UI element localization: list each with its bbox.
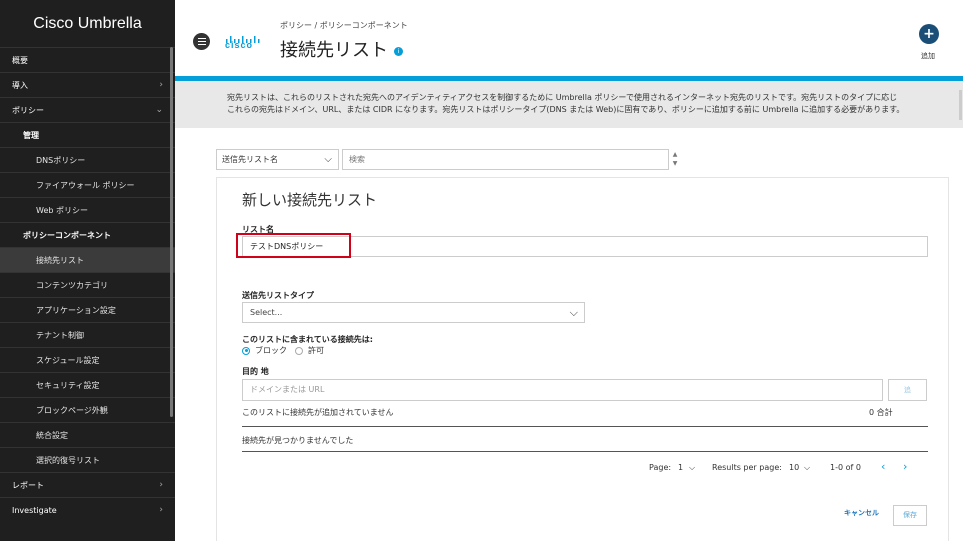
sidebar-nav: 概要導入 › ポリシー ⌄ 管理 DNSポリシーファイアウォール ポリシー Web ポリシー… (0, 47, 175, 522)
results-per-page-label: Results per page: (712, 463, 782, 472)
sidebar-item[interactable]: Web ポリシー (0, 197, 175, 222)
sidebar-item-label: Investigate (12, 505, 57, 515)
sidebar-item-label: 管理 (23, 130, 39, 140)
sidebar-item[interactable]: ポリシー ⌄ (0, 97, 175, 122)
page-select[interactable]: 1 (678, 463, 683, 472)
sidebar-item-label: コンテンツカテゴリ (36, 280, 108, 290)
sidebar-item[interactable]: アプリケーション設定 (0, 297, 175, 322)
sidebar-item-label: スケジュール設定 (36, 355, 100, 365)
sidebar-item[interactable]: 導入 › (0, 72, 175, 97)
sidebar-item[interactable]: DNSポリシー (0, 147, 175, 172)
add-button[interactable]: + (919, 24, 939, 44)
results-per-page-select[interactable]: 10 (789, 463, 799, 472)
sidebar-item[interactable]: Investigate › (0, 497, 175, 522)
not-found-message: 接続先が見つかりませんでした (242, 436, 354, 445)
destination-total: 0 合計 (869, 408, 893, 417)
list-type-value: Select... (250, 308, 283, 317)
list-name-highlight (236, 233, 351, 258)
sidebar-item-label: Web ポリシー (36, 205, 88, 215)
sidebar-item[interactable]: 管理 (0, 122, 175, 147)
spinner-down-icon[interactable]: ▼ (671, 159, 679, 168)
description-line-2: これらの宛先はドメイン、URL、または CIDR になります。宛先リストはポリシ… (227, 105, 905, 114)
block-radio-label[interactable]: ブロック (255, 345, 287, 356)
list-type-label: 送信先リストタイプ (242, 291, 314, 300)
brand-title: Cisco Umbrella (33, 15, 142, 32)
main-scrollbar[interactable] (959, 90, 962, 120)
sidebar: Cisco Umbrella 概要導入 › ポリシー ⌄ 管理 DNSポリシーファイアウォ… (0, 0, 175, 541)
sidebar-item-label: ポリシーコンポーネント (23, 230, 111, 240)
sidebar-item-label: セキュリティ設定 (36, 380, 100, 390)
divider (242, 451, 928, 452)
menu-icon[interactable] (193, 33, 210, 50)
allow-radio-label[interactable]: 許可 (308, 345, 324, 356)
sidebar-item[interactable]: 接続先リスト (0, 247, 175, 272)
sidebar-item-label: アプリケーション設定 (36, 305, 116, 315)
page-header: cisco ポリシー / ポリシーコンポーネント 接続先リスト i + 追加 (175, 0, 963, 76)
sidebar-scrollbar[interactable] (170, 47, 173, 417)
sidebar-item-label: ブロックページ外観 (36, 405, 108, 415)
sidebar-item-label: 統合設定 (36, 430, 68, 440)
chevron-icon: › (159, 480, 163, 490)
empty-destinations-note: このリストに接続先が追加されていません (242, 408, 394, 417)
sidebar-item[interactable]: セキュリティ設定 (0, 372, 175, 397)
description-banner: 宛先リストは、これらのリストされた宛先へのアイデンティティアクセスを制御するため… (175, 81, 963, 128)
cancel-button[interactable]: キャンセル (844, 508, 879, 518)
sidebar-item[interactable]: テナント制御 (0, 322, 175, 347)
sidebar-item[interactable]: ブロックページ外観 (0, 397, 175, 422)
sidebar-item-label: 導入 (12, 80, 28, 90)
page-label: Page: (649, 463, 672, 472)
chevron-down-icon[interactable]: ⌵ (689, 463, 695, 473)
destination-label: 目的 地 (242, 367, 269, 376)
sidebar-item-label: 概要 (12, 55, 28, 65)
sidebar-item[interactable]: 統合設定 (0, 422, 175, 447)
destination-input[interactable]: ドメインまたは URL (242, 379, 883, 401)
cisco-logo-text: cisco (225, 40, 254, 50)
page-title-wrap: 接続先リスト i (280, 36, 403, 62)
sidebar-item[interactable]: 選択的復号リスト (0, 447, 175, 472)
sidebar-item[interactable]: ポリシーコンポーネント (0, 222, 175, 247)
filter-field-select[interactable]: 送信先リスト名 ⌵ (216, 149, 339, 170)
sidebar-item[interactable]: 概要 (0, 47, 175, 72)
panel-title: 新しい接続先リスト (242, 191, 378, 209)
add-destination-button[interactable]: 追 (888, 379, 927, 401)
sort-spinner-icon[interactable]: ▲ ▼ (671, 150, 679, 169)
sidebar-item-label: 選択的復号リスト (36, 455, 100, 465)
new-list-panel: 新しい接続先リスト リスト名 テストDNSポリシー 送信先リストタイプ Sele… (216, 177, 949, 541)
sidebar-item[interactable]: コンテンツカテゴリ (0, 272, 175, 297)
chevron-icon: › (159, 80, 163, 90)
add-label: 追加 (921, 52, 935, 60)
contains-label: このリストに含まれている接続先は: (242, 335, 373, 344)
sidebar-item[interactable]: スケジュール設定 (0, 347, 175, 372)
sidebar-item[interactable]: レポート › (0, 472, 175, 497)
sidebar-item-label: ポリシー (12, 105, 44, 115)
list-type-select[interactable]: Select... ⌵ (242, 302, 585, 323)
allow-radio[interactable] (295, 346, 303, 355)
action-radio-group: ブロック 許可 (242, 345, 324, 356)
block-radio[interactable] (242, 346, 250, 355)
description-line-1: 宛先リストは、これらのリストされた宛先へのアイデンティティアクセスを制御するため… (227, 93, 898, 102)
page-title: 接続先リスト (280, 40, 388, 61)
sidebar-item-label: 接続先リスト (36, 255, 84, 265)
sidebar-item[interactable]: ファイアウォール ポリシー (0, 172, 175, 197)
chevron-down-icon: ⌵ (324, 154, 332, 165)
filter-select-value: 送信先リスト名 (222, 155, 278, 164)
search-input[interactable]: 検索 (342, 149, 669, 170)
divider (242, 426, 928, 427)
sidebar-item-label: DNSポリシー (36, 155, 86, 165)
sidebar-item-label: レポート (12, 480, 44, 490)
spinner-up-icon[interactable]: ▲ (671, 150, 679, 159)
chevron-down-icon[interactable]: ⌵ (804, 463, 810, 473)
page-range: 1-0 of 0 (830, 463, 861, 472)
chevron-icon: › (159, 505, 163, 515)
save-button[interactable]: 保存 (893, 505, 927, 526)
breadcrumb[interactable]: ポリシー / ポリシーコンポーネント (280, 20, 408, 31)
chevron-down-icon: ⌵ (569, 306, 578, 319)
info-icon[interactable]: i (394, 46, 403, 56)
chevron-icon: ⌄ (155, 105, 163, 115)
next-page-icon[interactable]: › (903, 460, 907, 473)
prev-page-icon[interactable]: ‹ (881, 460, 885, 473)
sidebar-item-label: ファイアウォール ポリシー (36, 180, 135, 190)
sidebar-item-label: テナント制御 (36, 330, 84, 340)
